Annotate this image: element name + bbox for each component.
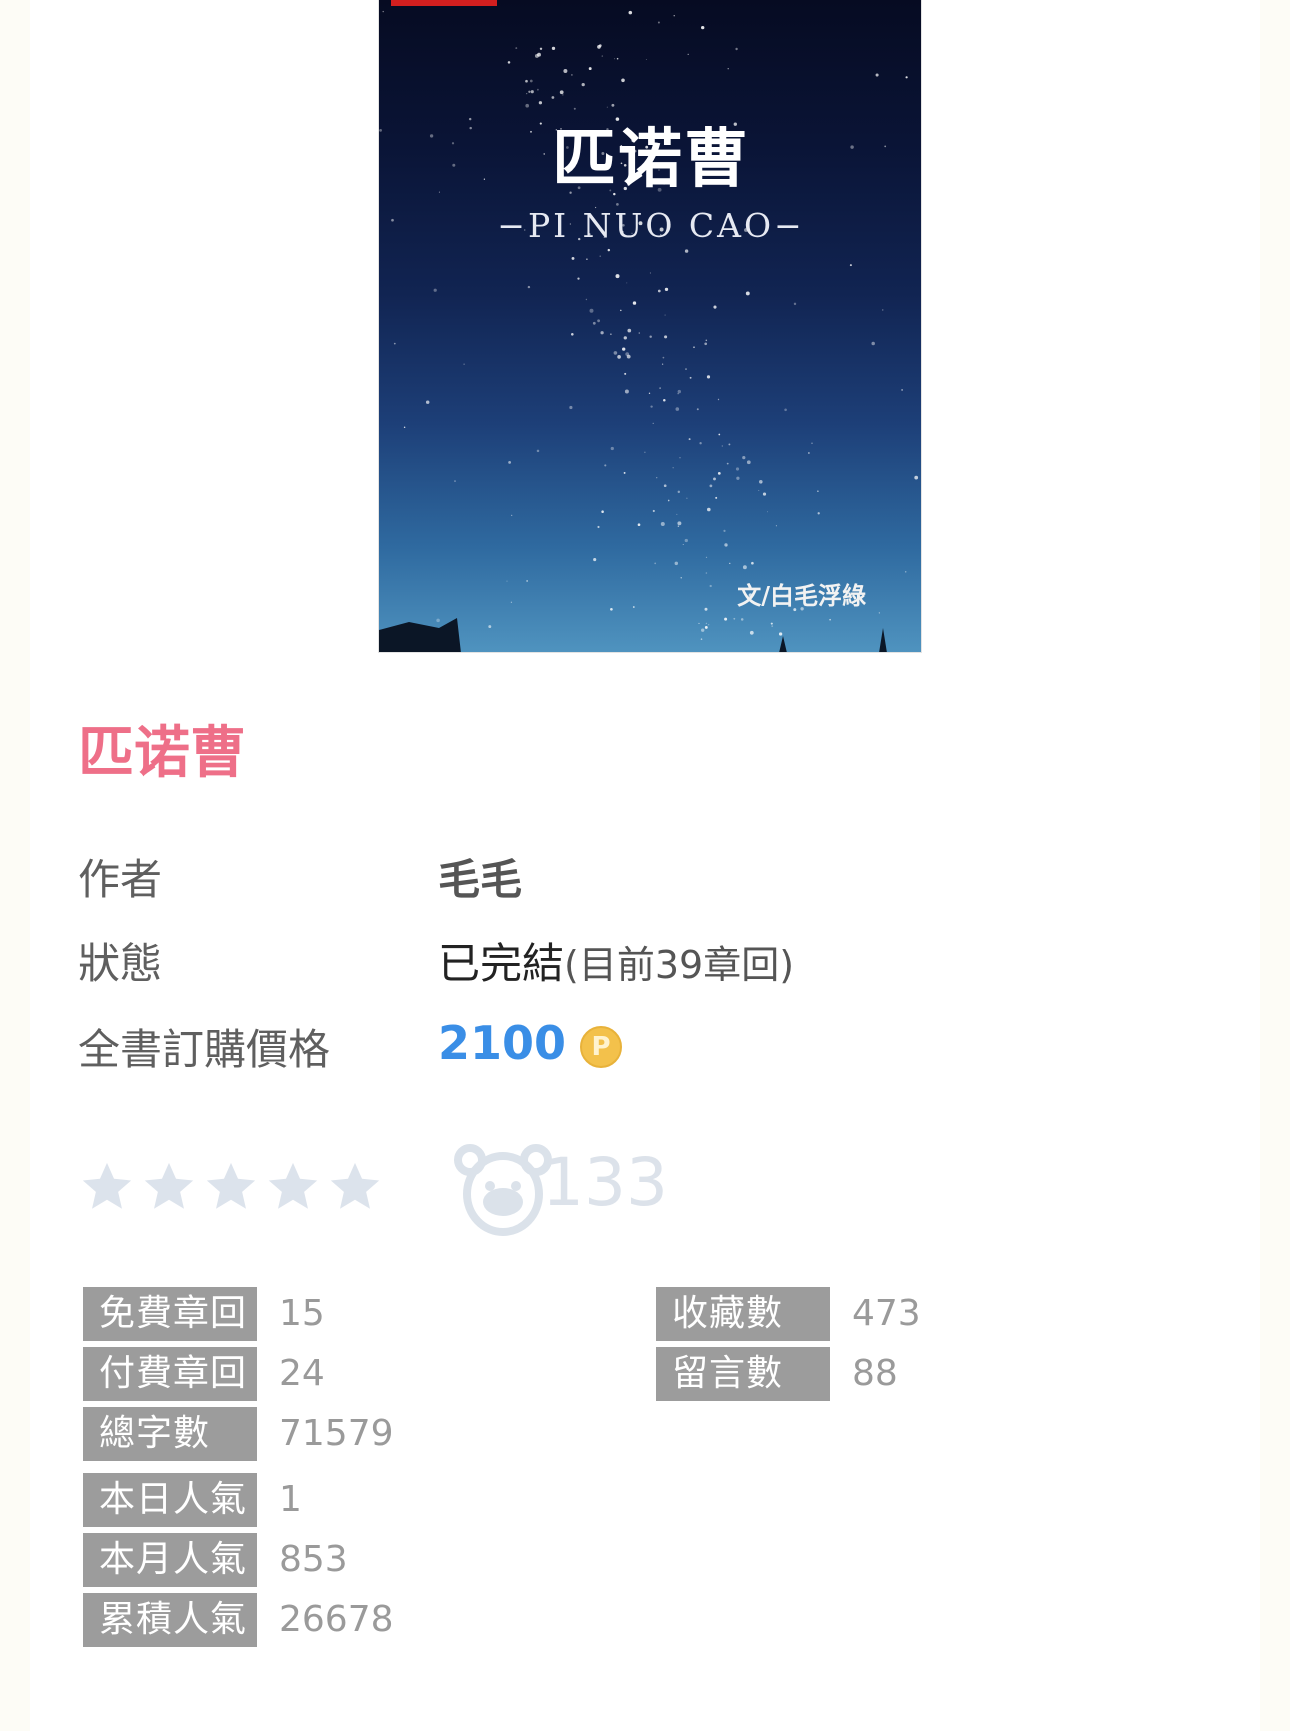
price-amount: 2100: [438, 1016, 567, 1070]
price-label: 全書訂購價格: [78, 1025, 331, 1074]
stat-value: 853: [279, 1539, 348, 1580]
stat-value: 1: [279, 1479, 302, 1520]
price-value: 2100 P: [438, 1016, 623, 1070]
status-detail: (目前39章回): [564, 943, 795, 987]
star-icon[interactable]: [326, 1158, 384, 1216]
cover-author: 文/白毛浮綠: [737, 581, 866, 610]
stat-label: 付費章回: [83, 1347, 257, 1401]
stat-value: 26678: [279, 1599, 394, 1640]
stat-value: 71579: [279, 1413, 394, 1454]
status-value: 已完結(目前39章回): [438, 930, 794, 991]
stat-label: 免費章回: [83, 1287, 257, 1341]
author-link[interactable]: 毛毛: [438, 846, 522, 907]
book-title: 匹诺曹: [78, 721, 246, 786]
stat-value: 15: [279, 1293, 325, 1334]
stat-label: 累積人氣: [83, 1593, 257, 1647]
author-label: 作者: [78, 855, 163, 904]
starfield-illustration: [379, 10, 919, 652]
rating-stars[interactable]: [78, 1158, 398, 1218]
stat-label: 本月人氣: [83, 1533, 257, 1587]
stat-label: 本日人氣: [83, 1473, 257, 1527]
star-icon[interactable]: [264, 1158, 322, 1216]
stat-label: 留言數: [656, 1347, 830, 1401]
book-detail-page: 匹诺曹 −PI NUO CAO− 文/白毛浮綠 匹诺曹 作者 毛毛 狀態 已完結…: [30, 0, 1260, 1731]
fans-count: 133: [542, 1144, 668, 1221]
stat-value: 88: [852, 1353, 898, 1394]
cover-title: 匹诺曹: [552, 123, 750, 197]
cover-subtitle: −PI NUO CAO−: [497, 206, 805, 245]
book-cover-image[interactable]: 匹诺曹 −PI NUO CAO− 文/白毛浮綠: [378, 0, 922, 653]
stat-value: 473: [852, 1293, 921, 1334]
coin-icon: P: [580, 1026, 623, 1068]
stat-value: 24: [279, 1353, 325, 1394]
star-icon[interactable]: [78, 1158, 136, 1216]
star-icon[interactable]: [202, 1158, 260, 1216]
status-row: 狀態 已完結(目前39章回): [78, 930, 1178, 990]
status-label: 狀態: [78, 939, 163, 988]
star-icon[interactable]: [140, 1158, 198, 1216]
stat-label: 收藏數: [656, 1287, 830, 1341]
author-row: 作者 毛毛: [78, 846, 1178, 906]
stat-label: 總字數: [83, 1407, 257, 1461]
price-row: 全書訂購價格 2100 P: [78, 1016, 1178, 1076]
status-text: 已完結: [438, 939, 565, 988]
